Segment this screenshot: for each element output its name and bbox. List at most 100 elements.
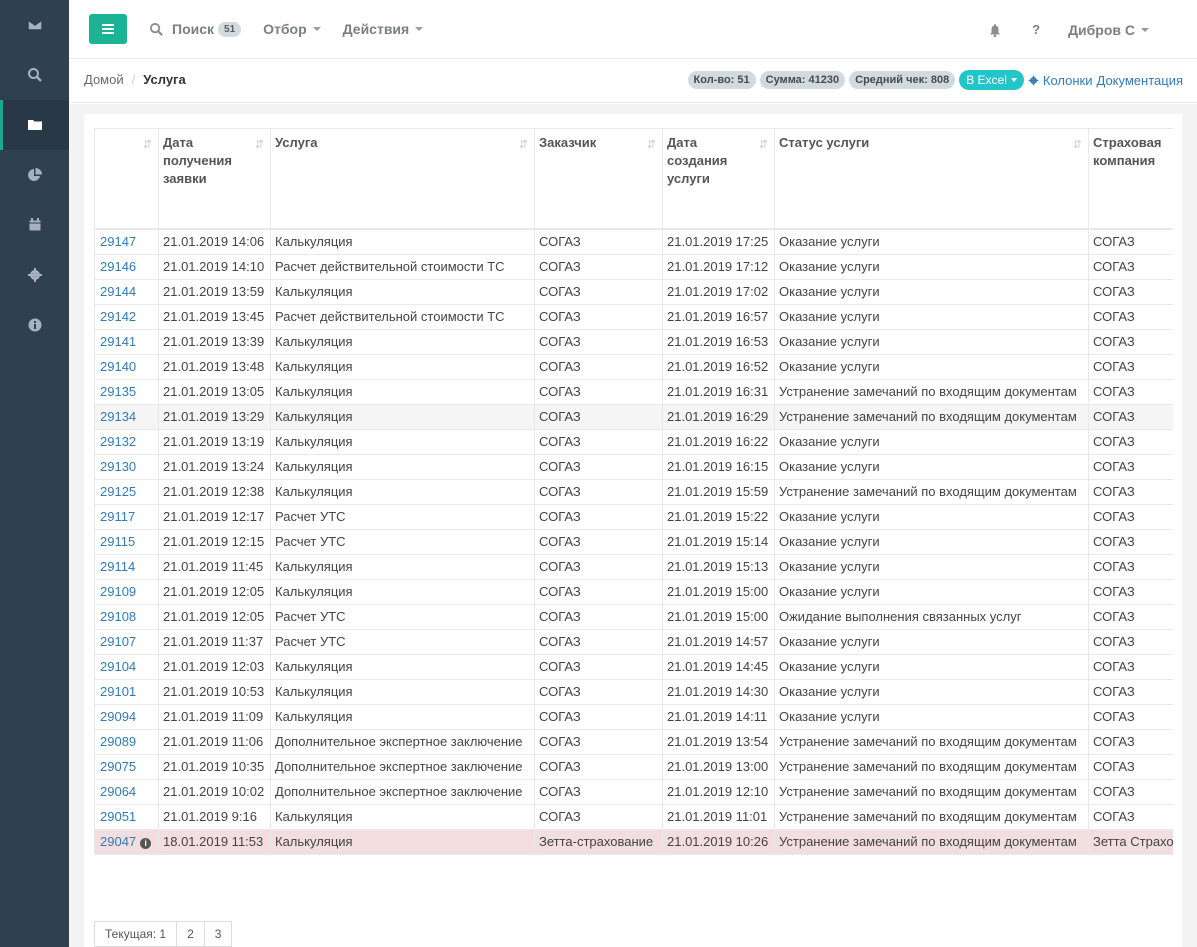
table-row[interactable]: 29064 21.01.2019 10:02 Дополнительное эксп… (94, 779, 1173, 805)
column-header-insurer[interactable]: Страховая компания (1088, 128, 1173, 230)
table-row[interactable]: 29115 21.01.2019 12:15 Расчет УТС СОГАЗ 21.0… (94, 529, 1173, 555)
cell-insurer: СОГАЗ (1088, 254, 1173, 280)
cell-created-date-text: 21.01.2019 17:02 (667, 283, 769, 299)
page-2-button[interactable]: 2 (177, 921, 205, 947)
cell-id-link[interactable]: 29117 (94, 504, 159, 530)
table-row[interactable]: 29047 i 18.01.2019 11:53 Калькуляция Зетта-с… (94, 829, 1173, 855)
cell-request-date-text: 21.01.2019 11:45 (163, 558, 264, 574)
table-row[interactable]: 29147 21.01.2019 14:06 Калькуляция СОГАЗ 21.… (94, 228, 1173, 255)
table-row[interactable]: 29051 21.01.2019 9:16 Калькуляция СОГАЗ 21.0… (94, 804, 1173, 830)
filter-menu[interactable]: Отбор (263, 21, 321, 37)
cell-status-text: Устранение замечаний по входящим докумен… (779, 383, 1077, 399)
table-row[interactable]: 29142 21.01.2019 13:45 Расчет действительн… (94, 304, 1173, 330)
sidebar-item-reports[interactable] (0, 150, 69, 200)
bell-icon[interactable] (988, 23, 1002, 37)
search-menu[interactable]: Поиск 51 (149, 21, 242, 37)
cell-id-link[interactable]: 29108 (94, 604, 159, 630)
column-header-status[interactable]: Статус услуги ⇵ (774, 128, 1089, 230)
sidebar-item-info[interactable] (0, 300, 69, 350)
cell-id-link[interactable]: 29146 (94, 254, 159, 280)
cell-request-date-text: 21.01.2019 12:38 (163, 483, 265, 499)
cell-id-link[interactable]: 29064 (94, 779, 159, 805)
column-header-created-date[interactable]: Дата создания услуги ⇵ (662, 128, 775, 230)
menu-toggle-button[interactable] (89, 14, 127, 44)
search-icon (149, 22, 163, 36)
cell-id-link[interactable]: 29130 (94, 454, 159, 480)
table-row[interactable]: 29107 21.01.2019 11:37 Расчет УТС СОГАЗ 21.0… (94, 629, 1173, 655)
sort-icon: ⇵ (1072, 139, 1082, 151)
columns-link[interactable]: Колонки (1043, 73, 1093, 88)
export-excel-button[interactable]: В Excel (959, 70, 1024, 90)
cell-id-link[interactable]: 29107 (94, 629, 159, 655)
table-row[interactable]: 29094 21.01.2019 11:09 Калькуляция СОГАЗ 21.… (94, 704, 1173, 730)
cell-service-text: Калькуляция (275, 333, 353, 349)
cell-id-link[interactable]: 29089 (94, 729, 159, 755)
cell-id-link-text: 29130 (100, 458, 137, 474)
page-3-button[interactable]: 3 (204, 921, 233, 947)
table-row[interactable]: 29108 21.01.2019 12:05 Расчет УТС СОГАЗ 21.0… (94, 604, 1173, 630)
cell-id-link[interactable]: 29142 (94, 304, 159, 330)
table-row[interactable]: 29117 21.01.2019 12:17 Расчет УТС СОГАЗ 21.0… (94, 504, 1173, 530)
info-icon[interactable]: i (140, 837, 152, 849)
cell-created-date-text: 21.01.2019 16:53 (667, 333, 769, 349)
documentation-link[interactable]: Документация (1097, 73, 1184, 88)
cell-id-link[interactable]: 29075 (94, 754, 159, 780)
cell-id-link[interactable]: 29140 (94, 354, 159, 380)
table-row[interactable]: 29132 21.01.2019 13:19 Калькуляция СОГАЗ 21.… (94, 429, 1173, 455)
actions-menu[interactable]: Действия (343, 21, 424, 37)
table-row[interactable]: 29134 21.01.2019 13:29 Калькуляция СОГАЗ 21.… (94, 404, 1173, 430)
cell-insurer: СОГАЗ (1088, 329, 1173, 355)
sidebar-item-folder[interactable] (0, 100, 69, 150)
user-menu[interactable]: Дибров С (1068, 22, 1149, 38)
table-row[interactable]: 29146 21.01.2019 14:10 Расчет действительн… (94, 254, 1173, 280)
cell-id-link[interactable]: 29051 (94, 804, 159, 830)
cell-id-link[interactable]: 29115 (94, 529, 159, 555)
cell-id-link[interactable]: 29047 i (94, 829, 159, 855)
sort-icon: ⇵ (518, 139, 528, 151)
table-row[interactable]: 29114 21.01.2019 11:45 Калькуляция СОГАЗ 21.… (94, 554, 1173, 580)
cell-id-link[interactable]: 29135 (94, 379, 159, 405)
table-row[interactable]: 29135 21.01.2019 13:05 Калькуляция СОГАЗ 21.… (94, 379, 1173, 405)
cell-id-link[interactable]: 29101 (94, 679, 159, 705)
column-header-request-date[interactable]: Дата получения заявки ⇵ (158, 128, 271, 230)
sidebar-item-calendar[interactable] (0, 200, 69, 250)
cell-status-text: Оказание услуги (779, 633, 880, 649)
cell-id-link[interactable]: 29094 (94, 704, 159, 730)
cell-id-link[interactable]: 29141 (94, 329, 159, 355)
table-row[interactable]: 29075 21.01.2019 10:35 Дополнительное эксп… (94, 754, 1173, 780)
cell-id-link[interactable]: 29134 (94, 404, 159, 430)
cell-id-link[interactable]: 29104 (94, 654, 159, 680)
breadcrumb-current: Услуга (143, 72, 186, 87)
table-row[interactable]: 29141 21.01.2019 13:39 Калькуляция СОГАЗ 21.… (94, 329, 1173, 355)
breadcrumb-home[interactable]: Домой (84, 72, 124, 87)
table-row[interactable]: 29125 21.01.2019 12:38 Калькуляция СОГАЗ 21.… (94, 479, 1173, 505)
cell-created-date-text: 21.01.2019 15:00 (667, 608, 769, 624)
table-row[interactable]: 29130 21.01.2019 13:24 Калькуляция СОГАЗ 21.… (94, 454, 1173, 480)
sidebar-item-mail[interactable] (0, 0, 69, 50)
table-scroll[interactable]: ⇵ Дата получения заявки ⇵ Услуга ⇵ Заказчи… (94, 128, 1173, 855)
cell-status-text: Оказание услуги (779, 333, 880, 349)
column-header-id[interactable]: ⇵ (94, 128, 159, 230)
table-row[interactable]: 29101 21.01.2019 10:53 Калькуляция СОГАЗ 21.… (94, 679, 1173, 705)
cell-id-link[interactable]: 29132 (94, 429, 159, 455)
table-row[interactable]: 29109 21.01.2019 12:05 Калькуляция СОГАЗ 21.… (94, 579, 1173, 605)
cell-id-link[interactable]: 29125 (94, 479, 159, 505)
cell-id-link[interactable]: 29109 (94, 579, 159, 605)
table-row[interactable]: 29140 21.01.2019 13:48 Калькуляция СОГАЗ 21.… (94, 354, 1173, 380)
cell-id-link[interactable]: 29144 (94, 279, 159, 305)
cell-id-link[interactable]: 29114 (94, 554, 159, 580)
cell-status: Оказание услуги (774, 679, 1089, 705)
column-header-service[interactable]: Услуга ⇵ (270, 128, 535, 230)
cell-created-date: 21.01.2019 14:30 (662, 679, 775, 705)
sidebar-item-search[interactable] (0, 50, 69, 100)
cell-created-date-text: 21.01.2019 14:45 (667, 658, 769, 674)
table-row[interactable]: 29104 21.01.2019 12:03 Калькуляция СОГАЗ 21.… (94, 654, 1173, 680)
table-row[interactable]: 29144 21.01.2019 13:59 Калькуляция СОГАЗ 21.… (94, 279, 1173, 305)
cell-id-link[interactable]: 29147 (94, 228, 159, 255)
cell-id-link-text: 29108 (100, 608, 137, 624)
table-row[interactable]: 29089 21.01.2019 11:06 Дополнительное эксп… (94, 729, 1173, 755)
help-button[interactable]: ? (1032, 22, 1040, 37)
column-header-customer[interactable]: Заказчик ⇵ (534, 128, 663, 230)
cell-customer: СОГАЗ (534, 529, 663, 555)
sidebar-item-settings[interactable] (0, 250, 69, 300)
